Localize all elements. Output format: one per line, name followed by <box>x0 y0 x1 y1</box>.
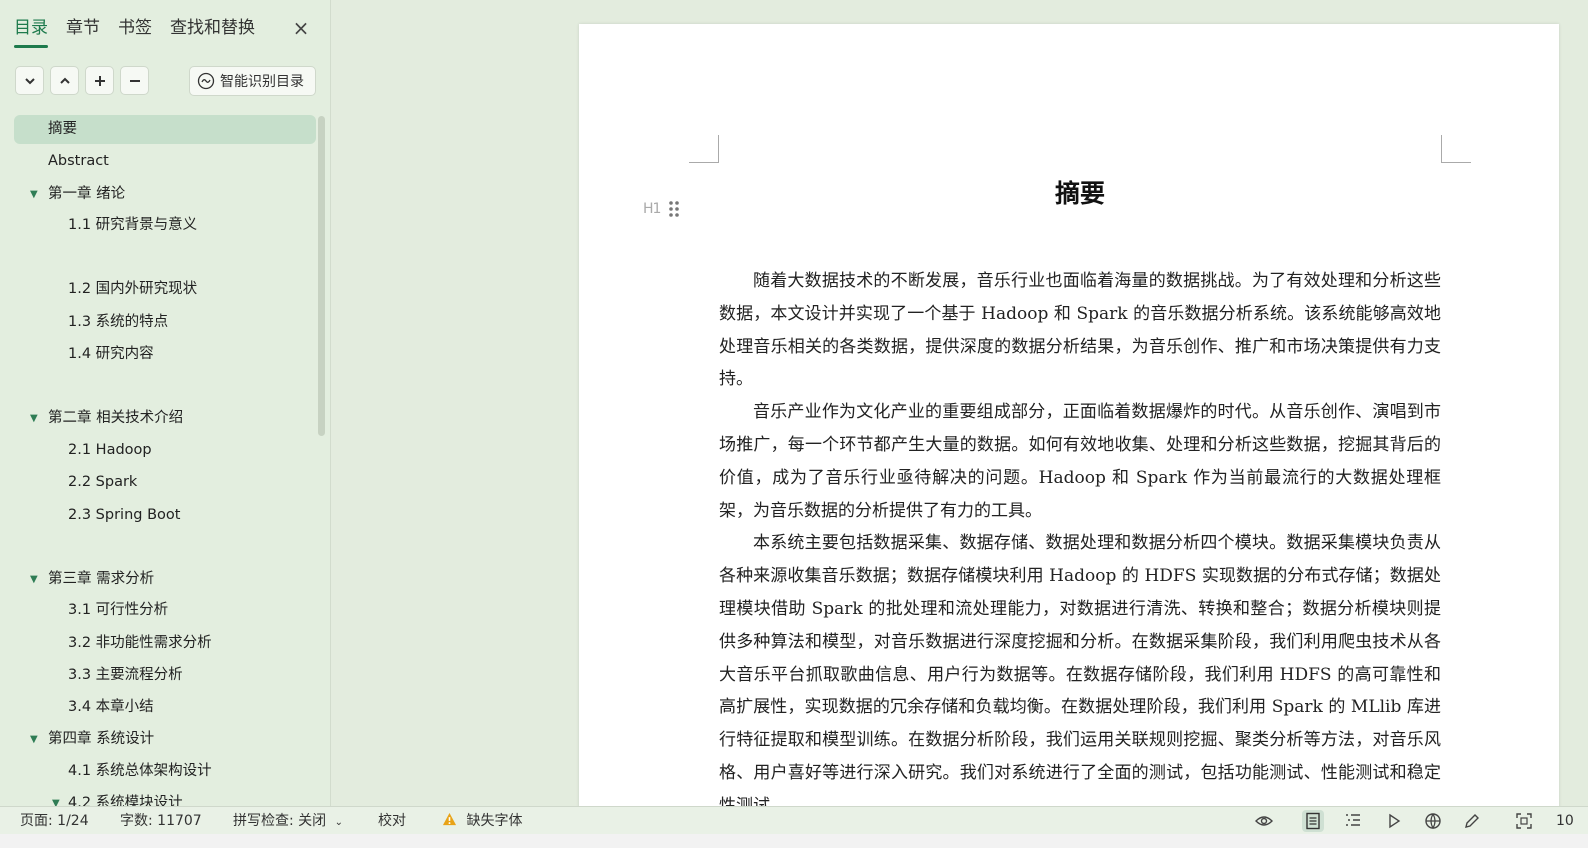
document-page[interactable]: H1 摘要 随着大数据技术的不断发展，音乐行业也面临着海量的数据挑战。为了有效处… <box>579 24 1559 806</box>
toc-item-3-2[interactable]: 3.2 非功能性需求分析 <box>14 629 316 658</box>
nav-tabs: 目录 章节 书签 查找和替换 <box>14 14 273 48</box>
remove-heading-button[interactable] <box>120 66 149 95</box>
heading-level-marker: H1 <box>643 201 661 217</box>
smart-toc-button[interactable]: 智能识别目录 <box>189 66 316 96</box>
toc-item-chapter-3[interactable]: ▼ 第三章 需求分析 <box>14 565 316 594</box>
expand-triangle-icon[interactable]: ▼ <box>30 180 38 209</box>
toc-item-chapter-1[interactable]: ▼ 第一章 绪论 <box>14 180 316 209</box>
chevron-down-icon <box>24 77 35 84</box>
toc-item-3-1[interactable]: 3.1 可行性分析 <box>14 596 316 625</box>
minus-icon <box>129 79 140 82</box>
toc-item-1-2[interactable]: 1.2 国内外研究现状 <box>14 275 316 304</box>
tab-find-replace[interactable]: 查找和替换 <box>170 14 255 42</box>
toc-item-chapter-4[interactable]: ▼ 第四章 系统设计 <box>14 725 316 754</box>
tab-bookmarks[interactable]: 书签 <box>118 14 152 42</box>
expand-triangle-icon[interactable]: ▼ <box>30 565 38 594</box>
spellcheck-toggle[interactable]: 拼写检查: 关闭 ⌄ <box>233 807 343 835</box>
window-bottom-edge <box>0 834 1588 848</box>
status-bar: 页面: 1/24 字数: 11707 拼写检查: 关闭 ⌄ 校对 缺失字体 10 <box>0 806 1588 834</box>
proofread-button[interactable]: 校对 <box>378 807 406 835</box>
expand-triangle-icon[interactable]: ▼ <box>30 725 38 754</box>
write-mode-button[interactable] <box>1461 810 1483 832</box>
plus-icon <box>94 75 105 86</box>
toc-item-3-4[interactable]: 3.4 本章小结 <box>14 693 316 722</box>
tab-toc[interactable]: 目录 <box>14 14 48 48</box>
word-count[interactable]: 字数: 11707 <box>120 807 202 835</box>
collapse-up-button[interactable] <box>50 66 79 95</box>
expand-triangle-icon[interactable]: ▼ <box>52 789 60 806</box>
warning-icon <box>442 812 457 826</box>
body-paragraph[interactable]: 本系统主要包括数据采集、数据存储、数据处理和数据分析四个模块。数据采集模块负责从… <box>719 527 1441 806</box>
toc-item-1-1[interactable]: 1.1 研究背景与意义 <box>14 211 316 240</box>
spellcheck-label: 拼写检查: 关闭 <box>233 813 327 829</box>
heading-handle[interactable]: H1 <box>643 198 687 220</box>
zoom-level[interactable]: 10 <box>1556 807 1574 835</box>
document-canvas[interactable]: H1 摘要 随着大数据技术的不断发展，音乐行业也面临着海量的数据挑战。为了有效处… <box>332 0 1588 806</box>
navigation-pane: 目录 章节 书签 查找和替换 × 智能识别目录 摘要 Abstract ▼ 第一… <box>0 0 331 806</box>
close-pane-button[interactable]: × <box>290 14 312 42</box>
eye-icon <box>1255 816 1273 826</box>
drag-handle-icon[interactable] <box>668 199 680 219</box>
add-heading-button[interactable] <box>85 66 114 95</box>
tab-sections[interactable]: 章节 <box>66 14 100 42</box>
toc-toolbar: 智能识别目录 <box>15 66 317 96</box>
toc-item-chapter-2[interactable]: ▼ 第二章 相关技术介绍 <box>14 404 316 433</box>
play-button[interactable] <box>1383 810 1405 832</box>
body-paragraph[interactable]: 音乐产业作为文化产业的重要组成部分，正面临着数据爆炸的时代。从音乐创作、演唱到市… <box>719 396 1441 527</box>
outline-view-button[interactable] <box>1342 810 1364 832</box>
page-view-button[interactable] <box>1302 810 1324 832</box>
toc-item-2-2[interactable]: 2.2 Spark <box>14 468 316 497</box>
outline-list-icon <box>1346 814 1360 826</box>
toc-item-2-3[interactable]: 2.3 Spring Boot <box>14 501 316 530</box>
toc-scrollbar[interactable] <box>318 116 325 436</box>
expand-triangle-icon[interactable]: ▼ <box>30 404 38 433</box>
missing-font-label: 缺失字体 <box>466 813 523 829</box>
chevron-down-icon: ⌄ <box>334 817 344 828</box>
globe-icon <box>1425 813 1441 830</box>
document-title[interactable]: 摘要 <box>719 174 1441 210</box>
toc-item-abstract-en[interactable]: Abstract <box>14 147 316 176</box>
fit-page-button[interactable] <box>1513 810 1535 832</box>
document-body[interactable]: 随着大数据技术的不断发展，音乐行业也面临着海量的数据挑战。为了有效处理和分析这些… <box>719 265 1441 806</box>
missing-font-button[interactable]: 缺失字体 <box>442 807 522 835</box>
margin-corner-mark <box>1441 135 1471 163</box>
toc-item-1-4[interactable]: 1.4 研究内容 <box>14 340 316 369</box>
pen-icon <box>1465 814 1479 828</box>
reading-mode-button[interactable] <box>1253 810 1275 832</box>
body-paragraph[interactable]: 随着大数据技术的不断发展，音乐行业也面临着海量的数据挑战。为了有效处理和分析这些… <box>719 265 1441 396</box>
ai-recognize-icon <box>197 72 215 90</box>
toc-item-4-1[interactable]: 4.1 系统总体架构设计 <box>14 757 316 786</box>
web-view-button[interactable] <box>1422 810 1444 832</box>
fullscreen-icon <box>1516 813 1532 829</box>
chevron-up-icon <box>59 77 70 84</box>
toc-item-1-3[interactable]: 1.3 系统的特点 <box>14 308 316 337</box>
toc-item-abstract-cn[interactable]: 摘要 <box>14 115 316 144</box>
page-layout-icon <box>1306 812 1320 830</box>
page-indicator[interactable]: 页面: 1/24 <box>20 807 89 835</box>
smart-toc-label: 智能识别目录 <box>220 74 304 90</box>
play-icon <box>1389 813 1401 829</box>
toc-item-2-1[interactable]: 2.1 Hadoop <box>14 436 316 465</box>
toc-item-3-3[interactable]: 3.3 主要流程分析 <box>14 661 316 690</box>
expand-down-button[interactable] <box>15 66 44 95</box>
toc-item-4-2[interactable]: ▼ 4.2 系统模块设计 <box>14 789 316 806</box>
margin-corner-mark <box>689 135 719 163</box>
